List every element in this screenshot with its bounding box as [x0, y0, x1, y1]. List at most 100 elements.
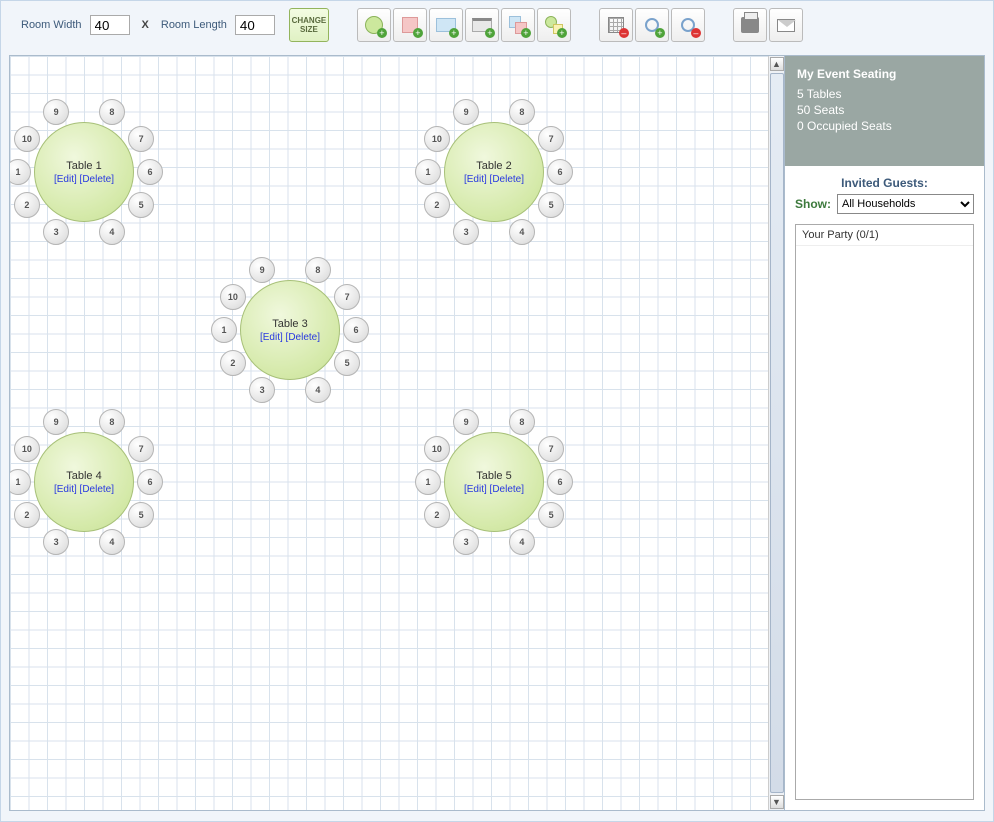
add-shape-button[interactable]: + — [537, 8, 571, 42]
delete-table-link[interactable]: [Delete] — [286, 332, 320, 343]
seat[interactable]: 1 — [10, 159, 31, 185]
seat[interactable]: 6 — [547, 469, 573, 495]
seat[interactable]: 10 — [424, 126, 450, 152]
seat[interactable]: 7 — [128, 436, 154, 462]
seat[interactable]: 8 — [305, 257, 331, 283]
minus-icon: – — [619, 28, 629, 38]
seat[interactable]: 1 — [415, 469, 441, 495]
table-top[interactable]: Table 4[Edit] [Delete] — [34, 432, 134, 532]
scroll-down-arrow[interactable]: ▼ — [770, 795, 784, 809]
delete-table-link[interactable]: [Delete] — [80, 484, 114, 495]
add-square-table-button[interactable]: + — [393, 8, 427, 42]
show-filter-row: Show: All Households — [785, 194, 984, 224]
seat[interactable]: 9 — [43, 99, 69, 125]
seat[interactable]: 5 — [128, 502, 154, 528]
seat[interactable]: 8 — [99, 409, 125, 435]
seat[interactable]: 2 — [424, 192, 450, 218]
seat[interactable]: 7 — [538, 126, 564, 152]
add-head-table-button[interactable]: + — [465, 8, 499, 42]
scroll-up-arrow[interactable]: ▲ — [770, 57, 784, 71]
seating-table[interactable]: 1 23 45 6 78 910Table 3[Edit] [Delete] — [200, 240, 380, 420]
add-multi-table-button[interactable]: + — [501, 8, 535, 42]
seat[interactable]: 9 — [453, 409, 479, 435]
edit-table-link[interactable]: [Edit] — [54, 484, 77, 495]
seat[interactable]: 9 — [249, 257, 275, 283]
seat[interactable]: 1 — [211, 317, 237, 343]
grid-toggle-button[interactable]: – — [599, 8, 633, 42]
seat[interactable]: 3 — [453, 219, 479, 245]
floor-plan-canvas[interactable]: 12345678910Table 1[Edit] [Delete]1234567… — [10, 56, 768, 810]
room-length-label: Room Length — [161, 19, 227, 31]
delete-table-link[interactable]: [Delete] — [490, 174, 524, 185]
edit-table-link[interactable]: [Edit] — [464, 484, 487, 495]
plus-icon: + — [521, 28, 531, 38]
seat[interactable]: 3 — [453, 529, 479, 555]
vertical-scrollbar[interactable]: ▲ ▼ — [768, 56, 784, 810]
edit-table-link[interactable]: [Edit] — [260, 332, 283, 343]
table-top[interactable]: Table 3[Edit] [Delete] — [240, 280, 340, 380]
seat[interactable]: 3 — [43, 219, 69, 245]
seat[interactable]: 5 — [538, 502, 564, 528]
room-length-input[interactable] — [235, 15, 275, 35]
seat[interactable]: 4 — [305, 377, 331, 403]
print-button[interactable] — [733, 8, 767, 42]
summary-occupied: 0 Occupied Seats — [797, 118, 972, 134]
table-top[interactable]: Table 5[Edit] [Delete] — [444, 432, 544, 532]
table-top[interactable]: Table 1[Edit] [Delete] — [34, 122, 134, 222]
seat[interactable]: 3 — [249, 377, 275, 403]
seating-table[interactable]: 1 23 45 6 78 910Table 2[Edit] [Delete] — [404, 82, 584, 262]
edit-table-link[interactable]: [Edit] — [464, 174, 487, 185]
zoom-in-button[interactable]: + — [635, 8, 669, 42]
seat[interactable]: 5 — [128, 192, 154, 218]
seat[interactable]: 6 — [343, 317, 369, 343]
seating-table[interactable]: 1 23 45 6 78 910Table 5[Edit] [Delete] — [404, 392, 584, 572]
seat[interactable]: 10 — [14, 126, 40, 152]
seat[interactable]: 2 — [220, 350, 246, 376]
delete-table-link[interactable]: [Delete] — [490, 484, 524, 495]
seat[interactable]: 5 — [334, 350, 360, 376]
guest-list-item[interactable]: Your Party (0/1) — [796, 225, 973, 246]
seating-table[interactable]: 1 23 45 6 78 910Table 1[Edit] [Delete] — [10, 82, 174, 262]
seat[interactable]: 5 — [538, 192, 564, 218]
seat[interactable]: 7 — [128, 126, 154, 152]
seat[interactable]: 10 — [220, 284, 246, 310]
seat[interactable]: 7 — [334, 284, 360, 310]
household-filter-select[interactable]: All Households — [837, 194, 974, 214]
plus-icon: + — [413, 28, 423, 38]
seat[interactable]: 9 — [453, 99, 479, 125]
seat[interactable]: 2 — [424, 502, 450, 528]
seat[interactable]: 9 — [43, 409, 69, 435]
table-top[interactable]: Table 2[Edit] [Delete] — [444, 122, 544, 222]
sidebar: My Event Seating 5 Tables 50 Seats 0 Occ… — [784, 56, 984, 810]
seat[interactable]: 6 — [137, 159, 163, 185]
seat[interactable]: 7 — [538, 436, 564, 462]
change-size-button[interactable]: CHANGE SIZE — [289, 8, 329, 42]
plus-icon: + — [377, 28, 387, 38]
seat[interactable]: 10 — [424, 436, 450, 462]
seat[interactable]: 4 — [509, 219, 535, 245]
seat[interactable]: 10 — [14, 436, 40, 462]
edit-table-link[interactable]: [Edit] — [54, 174, 77, 185]
export-tools — [733, 8, 803, 42]
seat[interactable]: 2 — [14, 502, 40, 528]
email-button[interactable] — [769, 8, 803, 42]
zoom-out-button[interactable]: – — [671, 8, 705, 42]
room-width-input[interactable] — [90, 15, 130, 35]
scroll-thumb[interactable] — [770, 73, 784, 793]
seat[interactable]: 6 — [547, 159, 573, 185]
seat[interactable]: 1 — [10, 469, 31, 495]
seat[interactable]: 6 — [137, 469, 163, 495]
add-rect-table-button[interactable]: + — [429, 8, 463, 42]
seating-table[interactable]: 1 23 45 6 78 910Table 4[Edit] [Delete] — [10, 392, 174, 572]
seat[interactable]: 4 — [99, 219, 125, 245]
delete-table-link[interactable]: [Delete] — [80, 174, 114, 185]
seat[interactable]: 1 — [415, 159, 441, 185]
seat[interactable]: 8 — [99, 99, 125, 125]
add-round-table-button[interactable]: + — [357, 8, 391, 42]
seat[interactable]: 8 — [509, 409, 535, 435]
seat[interactable]: 2 — [14, 192, 40, 218]
seat[interactable]: 8 — [509, 99, 535, 125]
seat[interactable]: 4 — [509, 529, 535, 555]
seat[interactable]: 3 — [43, 529, 69, 555]
seat[interactable]: 4 — [99, 529, 125, 555]
